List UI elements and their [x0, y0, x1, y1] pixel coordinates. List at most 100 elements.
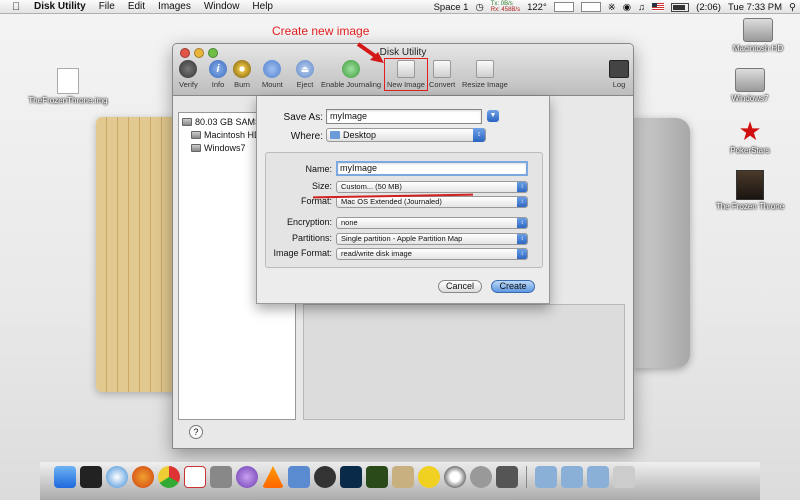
volume-icon — [191, 144, 201, 152]
desktop-icon-label: PokerStars — [730, 146, 770, 155]
toolbar-info-button[interactable]: i Info — [209, 60, 227, 89]
new-image-sheet: Save As: myImage ▼ Where: Desktop ↕ Name… — [256, 96, 550, 304]
cancel-button[interactable]: Cancel — [438, 280, 482, 293]
preview-icon[interactable] — [392, 466, 414, 488]
menu-file[interactable]: File — [99, 1, 115, 12]
dock-icons — [54, 466, 635, 488]
cpu-graph-icon[interactable] — [553, 2, 574, 12]
eject-icon: ⏏ — [296, 60, 314, 78]
hard-drive-icon — [182, 118, 192, 126]
window-titlebar[interactable]: Disk Utility Verify i Info Burn Mount ⏏ … — [173, 44, 633, 96]
activity-monitor-icon[interactable] — [496, 466, 518, 488]
help-button[interactable]: ? — [189, 425, 203, 439]
bluetooth-icon[interactable]: ※ — [608, 2, 616, 13]
chevron-updown-icon: ↕ — [517, 234, 527, 244]
save-as-label: Save As: — [283, 112, 323, 123]
dreamweaver-icon[interactable] — [366, 466, 388, 488]
size-popup[interactable]: Custom... (50 MB) ↕ — [336, 181, 528, 193]
trash-icon[interactable] — [613, 466, 635, 488]
annotation-label: Create new image — [272, 24, 370, 38]
pokerstars-icon: ★ — [738, 116, 762, 146]
timemachine-icon[interactable]: ◷ — [475, 2, 483, 13]
firefox-icon[interactable] — [132, 466, 154, 488]
toolbar-eject-button[interactable]: ⏏ Eject — [296, 60, 314, 89]
terminal-icon[interactable] — [80, 466, 102, 488]
battery-time[interactable]: (2:06) — [696, 2, 721, 13]
toolbar-burn-button[interactable]: Burn — [233, 60, 251, 89]
xcode-icon[interactable] — [288, 466, 310, 488]
toolbar-mount-button[interactable]: Mount — [262, 60, 283, 89]
qq-icon[interactable] — [444, 466, 466, 488]
desktop-icon-macintosh-hd[interactable]: Macintosh HD — [718, 18, 798, 53]
chevron-updown-icon: ↕ — [517, 182, 527, 192]
itunes-icon[interactable] — [236, 466, 258, 488]
desktop-icon-label: Macintosh HD — [732, 44, 784, 53]
background-book-graphic — [96, 117, 176, 392]
desktop-icon-pokerstars[interactable]: ★ PokerStars — [710, 118, 790, 155]
sidebar-item-windows7[interactable]: Windows7 — [191, 143, 246, 153]
sidebar-item-label: Windows7 — [204, 143, 246, 153]
spaces-menu[interactable]: Space 1 — [434, 2, 469, 13]
create-button[interactable]: Create — [491, 280, 535, 293]
chrome-icon[interactable] — [158, 466, 180, 488]
dock-separator — [526, 466, 527, 488]
apple-menu-icon[interactable]:  — [12, 1, 24, 13]
menu-bar:  Disk Utility File Edit Images Window H… — [0, 0, 800, 14]
where-popup[interactable]: Desktop ↕ — [326, 128, 486, 142]
toolbar-log-button[interactable]: Log — [609, 60, 629, 89]
menu-app-name[interactable]: Disk Utility — [34, 1, 86, 12]
ical-icon[interactable] — [184, 466, 206, 488]
downloads-stack-icon[interactable] — [587, 466, 609, 488]
format-popup[interactable]: Mac OS Extended (Journaled) ↕ — [336, 196, 528, 208]
volume-icon[interactable]: ♫ — [638, 2, 645, 13]
menu-help[interactable]: Help — [252, 1, 273, 12]
spotlight-icon[interactable]: ⚲ — [789, 2, 796, 13]
clock[interactable]: Tue 7:33 PM — [728, 2, 782, 13]
us-flag-input-icon[interactable] — [652, 3, 665, 11]
dashboard-icon[interactable] — [314, 466, 336, 488]
battery-icon[interactable] — [671, 2, 690, 12]
microscope-icon — [179, 60, 198, 78]
toolbar-new-image-button[interactable]: New Image — [384, 58, 428, 91]
toolbar-enable-journaling-button[interactable]: Enable Journaling — [321, 60, 381, 89]
expand-sheet-button[interactable]: ▼ — [487, 110, 499, 122]
toolbar-resize-image-button[interactable]: Resize Image — [462, 60, 508, 89]
toolbar-label: Mount — [262, 80, 283, 89]
toolbar-verify-button[interactable]: Verify — [179, 60, 198, 89]
desktop-icon-label: Windows7 — [731, 94, 769, 103]
folder-icon — [330, 131, 340, 139]
toolbar-label: Resize Image — [462, 80, 508, 89]
size-value: Custom... (50 MB) — [341, 182, 402, 191]
menu-edit[interactable]: Edit — [128, 1, 145, 12]
system-preferences-icon[interactable] — [470, 466, 492, 488]
safari-icon[interactable] — [106, 466, 128, 488]
photoshop-icon[interactable] — [340, 466, 362, 488]
desktop-icon-windows7[interactable]: Windows7 — [710, 68, 790, 103]
temperature-readout[interactable]: 122° — [527, 2, 547, 13]
adium-icon[interactable] — [418, 466, 440, 488]
finder-icon[interactable] — [54, 466, 76, 488]
applications-stack-icon[interactable] — [535, 466, 557, 488]
encryption-popup[interactable]: none ↕ — [336, 217, 528, 229]
save-as-input[interactable]: myImage — [326, 109, 482, 124]
network-monitor[interactable]: Tx: 0B/s Rx: 458B/s — [491, 1, 520, 13]
menu-images[interactable]: Images — [158, 1, 191, 12]
automator-icon[interactable] — [210, 466, 232, 488]
wifi-icon[interactable]: ◉ — [623, 2, 631, 13]
documents-stack-icon[interactable] — [561, 466, 583, 488]
hard-drive-icon — [743, 18, 773, 42]
memory-graph-icon[interactable] — [580, 2, 601, 12]
desktop-icon-frozen-throne[interactable]: The Frozen Throne — [710, 170, 790, 211]
desktop-icon-frozenthrone-img[interactable]: TheFrozenThrone.img — [28, 68, 108, 105]
disk-image-icon — [57, 68, 79, 94]
burn-icon — [233, 60, 251, 78]
window-title: Disk Utility — [379, 47, 427, 58]
new-image-icon — [396, 60, 415, 78]
menu-window[interactable]: Window — [204, 1, 240, 12]
toolbar-convert-button[interactable]: Convert — [429, 60, 455, 89]
image-format-popup[interactable]: read/write disk image ↕ — [336, 248, 528, 260]
partitions-popup[interactable]: Single partition - Apple Partition Map ↕ — [336, 233, 528, 245]
name-input[interactable]: myImage — [336, 161, 528, 176]
mount-icon — [263, 60, 282, 78]
vlc-icon[interactable] — [262, 466, 284, 488]
